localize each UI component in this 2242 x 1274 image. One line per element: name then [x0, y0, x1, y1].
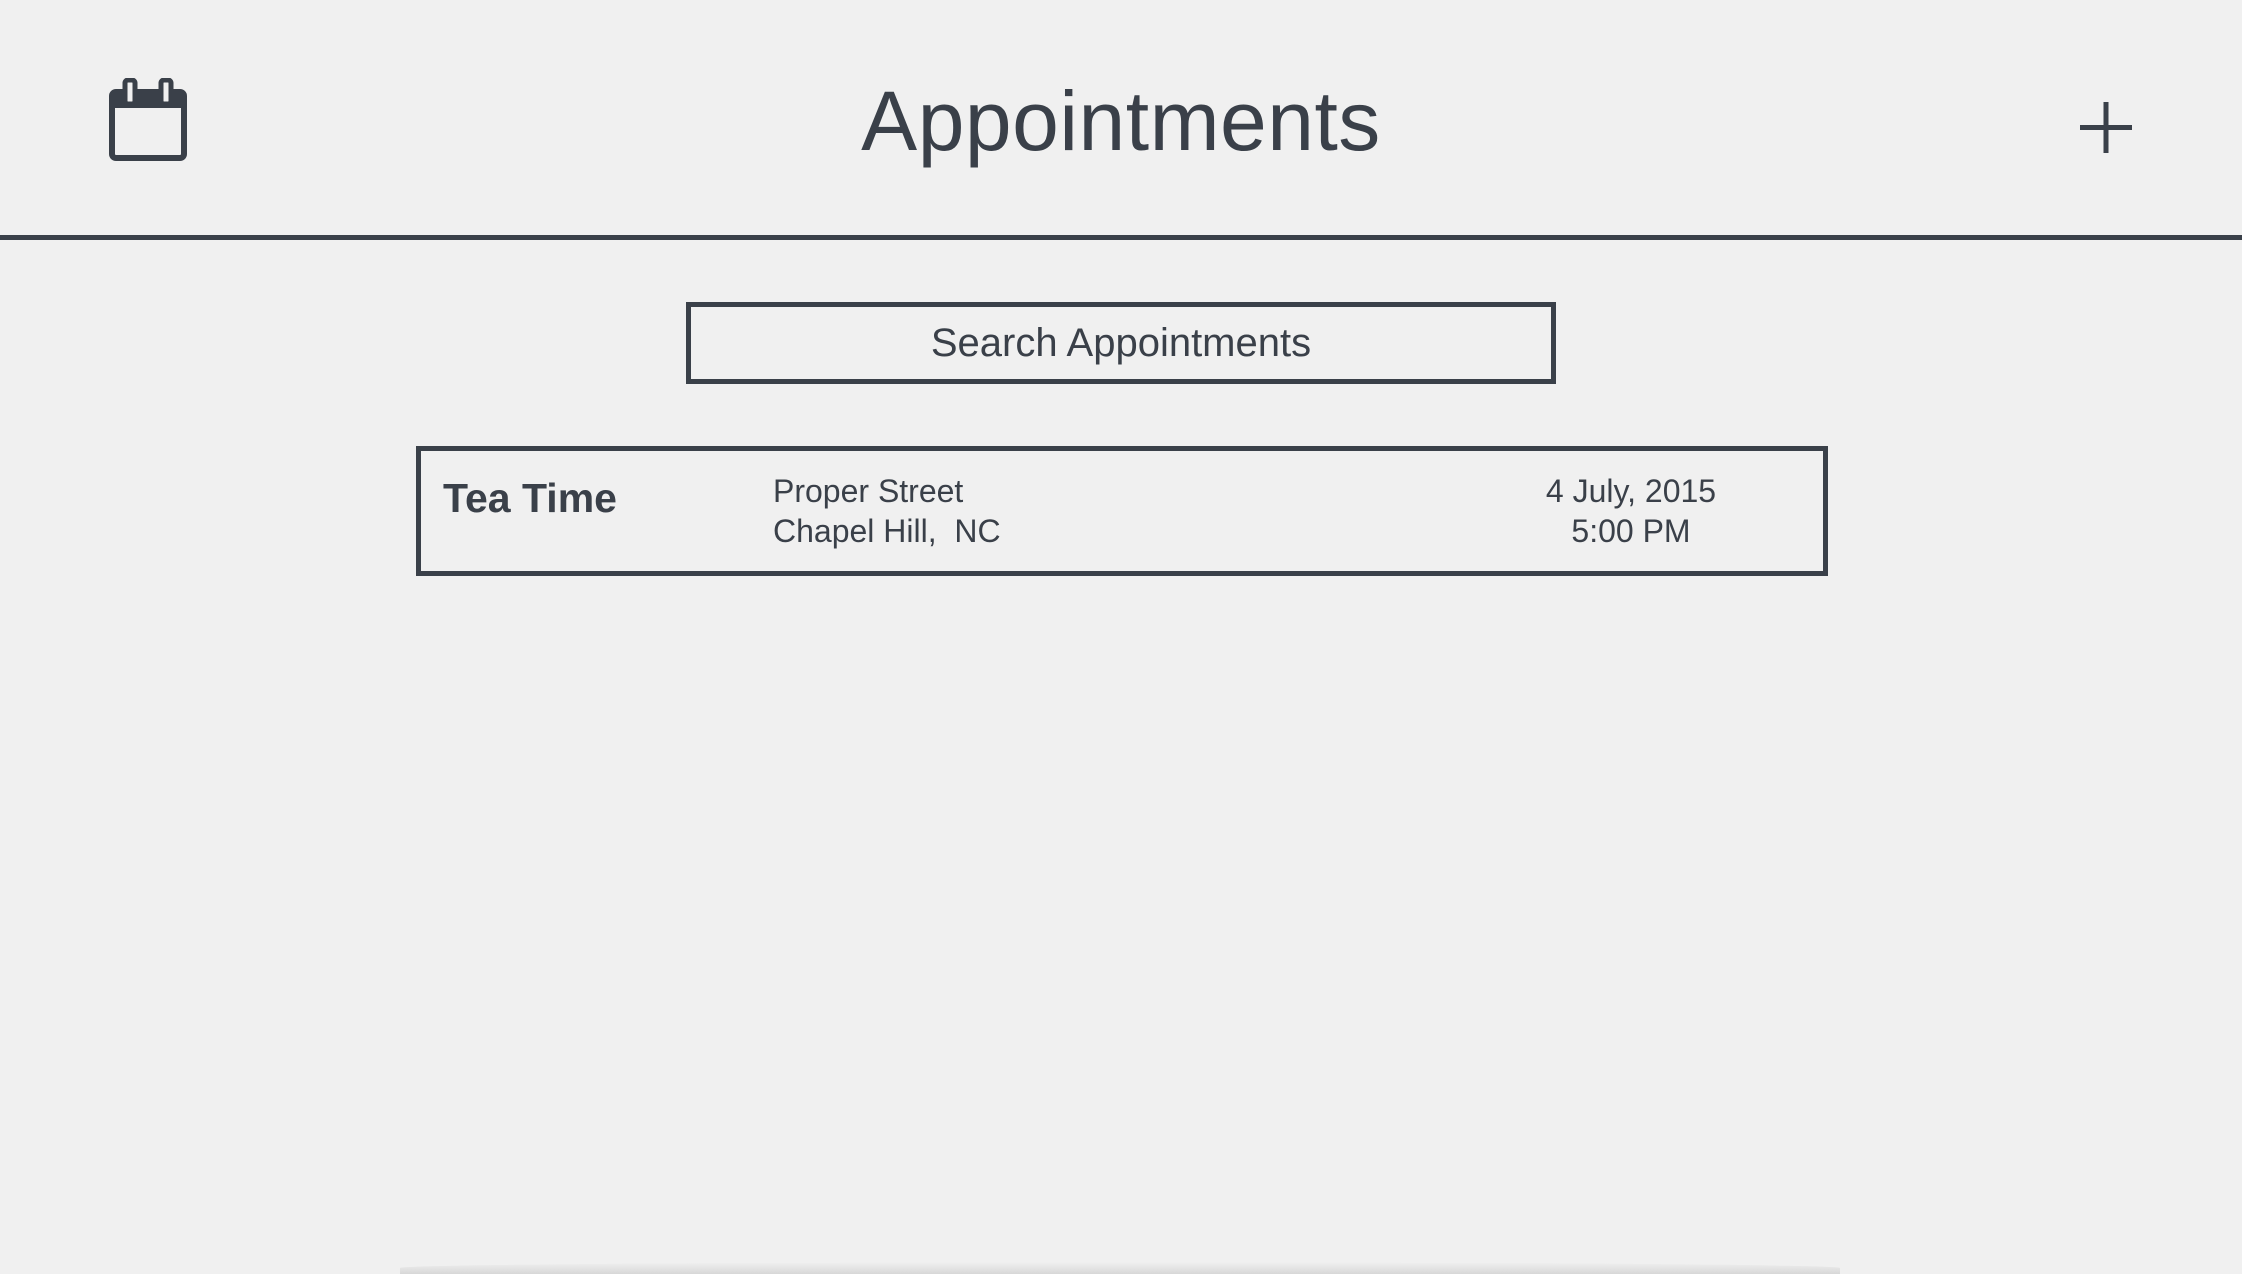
add-appointment-button[interactable]	[2076, 92, 2136, 162]
appointment-card[interactable]: Tea Time Proper Street Chapel Hill, NC 4…	[416, 446, 1828, 576]
search-input[interactable]	[686, 302, 1556, 384]
appointment-street: Proper Street	[773, 473, 964, 509]
appointments-app: Appointments Tea Time Proper Street Chap…	[0, 0, 2242, 1274]
plus-icon	[2080, 102, 2132, 153]
page-title: Appointments	[861, 74, 1381, 168]
appointment-date: 4 July, 2015	[1545, 473, 1717, 509]
appointment-address: Proper Street Chapel Hill, NC	[773, 471, 1001, 551]
bottom-edge-shadow	[400, 1262, 1840, 1274]
appointment-city-state: Chapel Hill, NC	[773, 513, 1001, 549]
appointment-time: 5:00 PM	[1571, 513, 1691, 549]
appointment-datetime: 4 July, 2015 5:00 PM	[1481, 471, 1781, 551]
appointment-title: Tea Time	[443, 475, 617, 521]
app-header: Appointments	[0, 0, 2242, 240]
